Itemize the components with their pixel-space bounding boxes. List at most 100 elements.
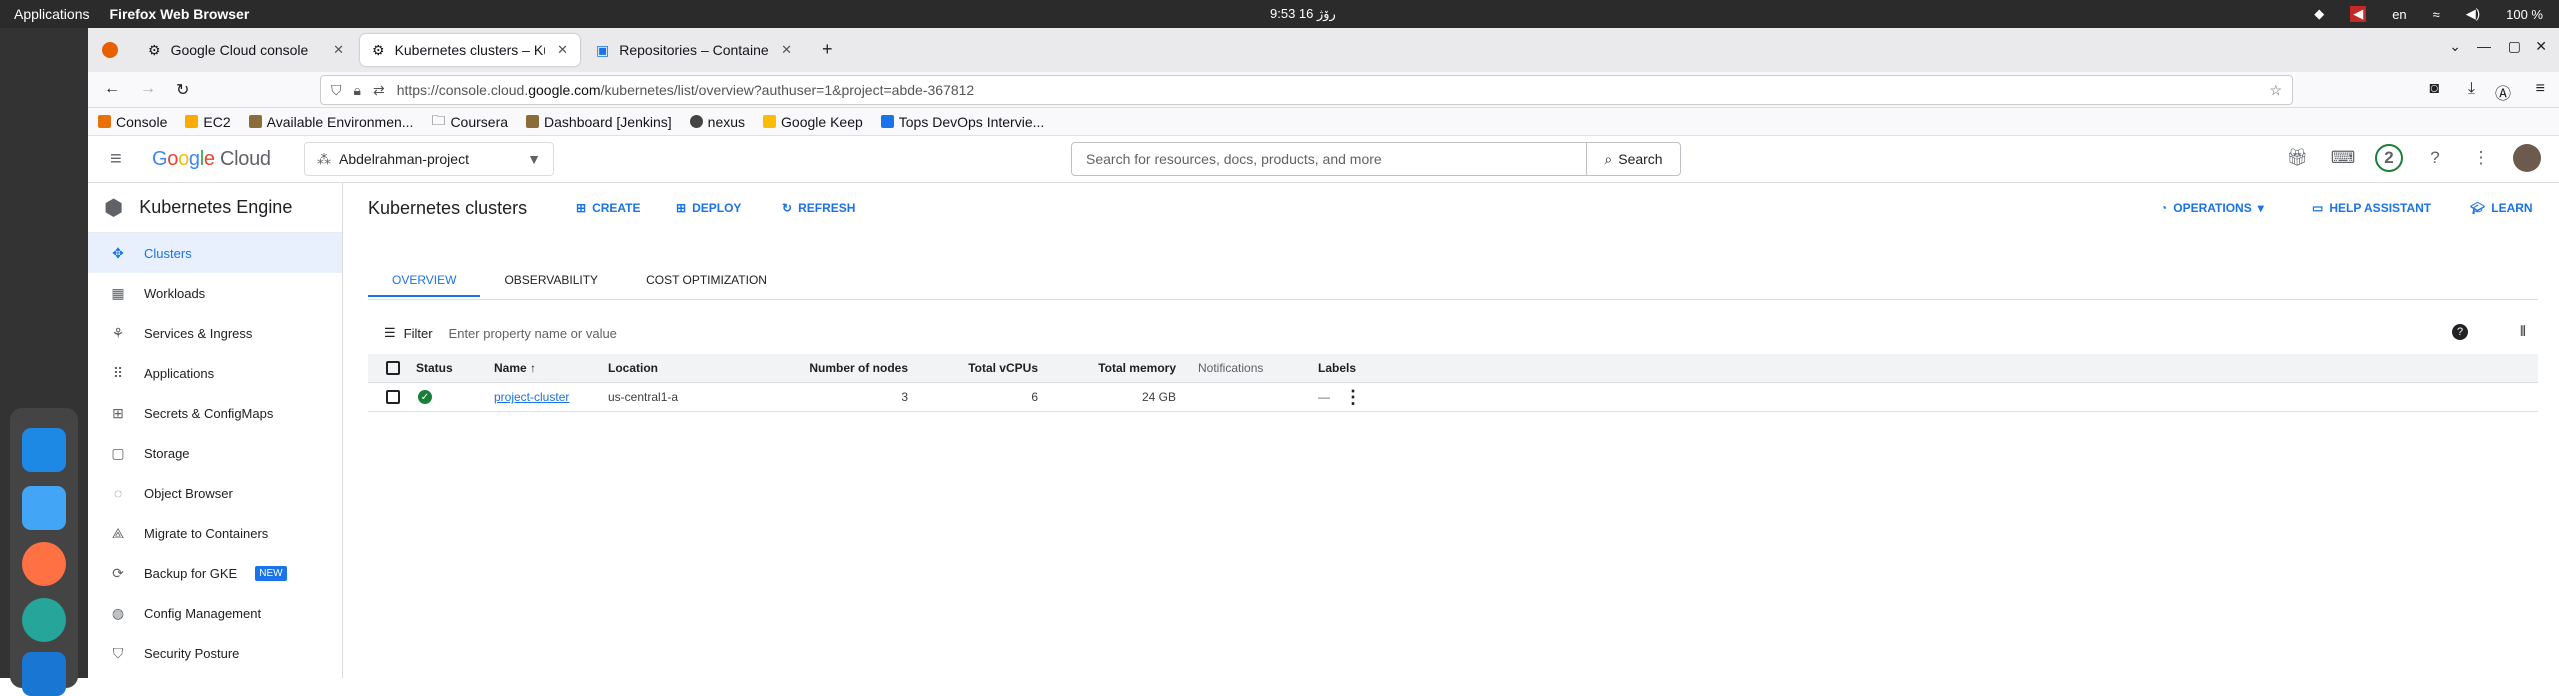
operations-button[interactable]: ◔ OPERATIONS ▾: [2160, 201, 2264, 215]
google-cloud-logo[interactable]: Google Cloud: [152, 148, 271, 171]
lock-icon[interactable]: 🔒︎: [354, 82, 361, 99]
col-name[interactable]: Name ↑: [494, 361, 536, 375]
col-memory[interactable]: Total memory: [1058, 361, 1176, 375]
reload-icon[interactable]: ↻: [176, 80, 189, 100]
filter-label: Filter: [403, 325, 433, 341]
hamburger-menu-icon[interactable]: ≡: [110, 148, 122, 171]
sidebar-item-storage[interactable]: ▢ Storage: [88, 433, 342, 473]
app-store-icon[interactable]: [22, 428, 66, 472]
filter-input[interactable]: Enter property name or value: [449, 326, 617, 341]
pocket-icon[interactable]: ◙: [2429, 80, 2439, 98]
back-icon[interactable]: ←: [104, 80, 120, 98]
bookmark-jenkins[interactable]: Dashboard [Jenkins]: [526, 114, 672, 130]
select-all-checkbox[interactable]: [386, 361, 400, 375]
sidebar-item-security[interactable]: ⛉ Security Posture: [88, 633, 342, 673]
migrate-icon: ⟁: [111, 524, 125, 541]
column-display-icon[interactable]: ⦀: [2520, 323, 2526, 340]
bookmark-console[interactable]: Console: [98, 114, 167, 130]
active-window-title[interactable]: Firefox Web Browser: [110, 6, 250, 22]
search-button[interactable]: ⌕ Search: [1586, 143, 1680, 175]
sidebar-item-object-browser[interactable]: ◌ Object Browser: [88, 473, 342, 513]
row-checkbox[interactable]: [386, 390, 400, 404]
firefox-view-icon[interactable]: [102, 42, 118, 58]
wifi-icon[interactable]: ≈: [2433, 7, 2440, 22]
sidebar-item-config[interactable]: ◍ Config Management: [88, 593, 342, 633]
cluster-name-link[interactable]: project-cluster: [494, 390, 569, 404]
sidebar-item-workloads[interactable]: ▦ Workloads: [88, 273, 342, 313]
more-vert-icon[interactable]: ⋮: [2467, 144, 2495, 172]
gift-icon[interactable]: 🎁︎: [2283, 144, 2311, 172]
list-tabs-icon[interactable]: ⌄: [2449, 38, 2461, 55]
firefox-icon[interactable]: [22, 542, 66, 586]
sidebar-item-label: Migrate to Containers: [144, 525, 269, 541]
tab-cost-optimization[interactable]: COST OPTIMIZATION: [622, 265, 791, 297]
sidebar-item-migrate[interactable]: ⟁ Migrate to Containers: [88, 513, 342, 553]
shield-icon[interactable]: ⛉: [331, 82, 342, 99]
clock[interactable]: 9:53 رۆژ 16: [1270, 6, 1336, 22]
downloads-icon[interactable]: ⤓: [2468, 80, 2475, 98]
sidebar-item-secrets[interactable]: ⊞ Secrets & ConfigMaps: [88, 393, 342, 433]
sidebar-item-applications[interactable]: ⠿ Applications: [88, 353, 342, 393]
battery-label[interactable]: 100 %: [2506, 7, 2543, 22]
maximize-button[interactable]: ▢: [2508, 38, 2521, 55]
minimize-button[interactable]: —: [2477, 38, 2491, 54]
learn-button[interactable]: 🎓︎ LEARN: [2470, 201, 2533, 215]
permissions-icon[interactable]: ⇄: [373, 82, 385, 99]
edge-icon[interactable]: [22, 598, 66, 642]
col-labels[interactable]: Labels: [1318, 361, 1356, 375]
bookmark-google-keep[interactable]: Google Keep: [763, 114, 863, 130]
avatar[interactable]: [2513, 144, 2541, 172]
network-icon[interactable]: ◆: [2314, 6, 2324, 22]
refresh-button[interactable]: ↻ REFRESH: [782, 201, 855, 215]
create-button[interactable]: ⊞ CREATE: [576, 201, 641, 215]
deploy-button[interactable]: ⊞ DEPLOY: [676, 201, 741, 215]
language-indicator[interactable]: en: [2392, 7, 2406, 22]
audio-icon[interactable]: ◀: [2350, 6, 2367, 22]
close-icon[interactable]: ✕: [781, 42, 792, 58]
col-notifications[interactable]: Notifications: [1198, 361, 1263, 375]
tab-kubernetes-clusters[interactable]: ⚙ Kubernetes clusters – Ku ✕: [360, 34, 580, 66]
url-bar[interactable]: ⛉ 🔒︎ ⇄ https://console.cloud.google.com/…: [320, 75, 2293, 105]
col-nodes[interactable]: Number of nodes: [738, 361, 908, 375]
bookmark-nexus[interactable]: nexus: [689, 114, 745, 130]
sidebar-item-clusters[interactable]: ✥ Clusters: [88, 233, 342, 273]
account-icon[interactable]: Ⓐ: [2495, 80, 2511, 104]
files-icon[interactable]: [22, 486, 66, 530]
volume-icon[interactable]: ◀): [2466, 6, 2480, 22]
close-window-button[interactable]: ✕: [2535, 38, 2547, 55]
close-icon[interactable]: ✕: [557, 42, 568, 58]
col-vcpus[interactable]: Total vCPUs: [928, 361, 1038, 375]
sidebar-item-backup[interactable]: ⟳ Backup for GKE NEW: [88, 553, 342, 593]
search-bar[interactable]: Search for resources, docs, products, an…: [1071, 142, 1681, 176]
cluster-labels: —: [1318, 390, 1330, 404]
sidebar-item-services[interactable]: ⚘ Services & Ingress: [88, 313, 342, 353]
new-tab-button[interactable]: +: [822, 39, 833, 60]
menu-icon[interactable]: ≡: [2536, 80, 2545, 98]
col-status[interactable]: Status: [416, 361, 453, 375]
filter-bar[interactable]: ☰ Filter Enter property name or value ? …: [368, 318, 2538, 348]
help-icon[interactable]: ?: [2421, 144, 2449, 172]
tab-google-cloud-console[interactable]: ⚙ Google Cloud console ✕: [136, 34, 356, 66]
tab-observability[interactable]: OBSERVABILITY: [480, 265, 622, 297]
tab-repositories[interactable]: ▣ Repositories – Container ✕: [584, 34, 804, 66]
tab-overview[interactable]: OVERVIEW: [368, 265, 481, 297]
close-icon[interactable]: ✕: [333, 42, 344, 58]
vscode-icon[interactable]: [22, 652, 66, 696]
project-selector[interactable]: ⁂ Abdelrahman-project ▼: [304, 142, 554, 176]
bookmark-available-environments[interactable]: Available Environmen...: [248, 114, 413, 130]
forward-icon[interactable]: →: [140, 80, 156, 98]
applications-menu[interactable]: Applications: [14, 6, 90, 22]
help-assistant-button[interactable]: ▭ HELP ASSISTANT: [2312, 201, 2431, 215]
col-location[interactable]: Location: [608, 361, 658, 375]
url-text[interactable]: https://console.cloud.google.com/kuberne…: [397, 82, 975, 98]
search-input[interactable]: Search for resources, docs, products, an…: [1072, 143, 1586, 175]
cloud-shell-icon[interactable]: ⌨: [2329, 144, 2357, 172]
row-actions-icon[interactable]: ⋮: [1344, 387, 1362, 408]
bookmark-tops-devops[interactable]: Tops DevOps Intervie...: [880, 114, 1044, 130]
bookmark-ec2[interactable]: EC2: [185, 114, 231, 130]
help-icon[interactable]: ?: [2452, 324, 2468, 340]
notifications-badge[interactable]: 2: [2375, 144, 2403, 172]
bookmark-coursera[interactable]: 🗀 Coursera: [431, 110, 508, 134]
system-tray[interactable]: ◆ ◀ en ≈ ◀) 100 %: [2314, 0, 2543, 28]
bookmark-star-icon[interactable]: ☆: [2269, 82, 2282, 99]
